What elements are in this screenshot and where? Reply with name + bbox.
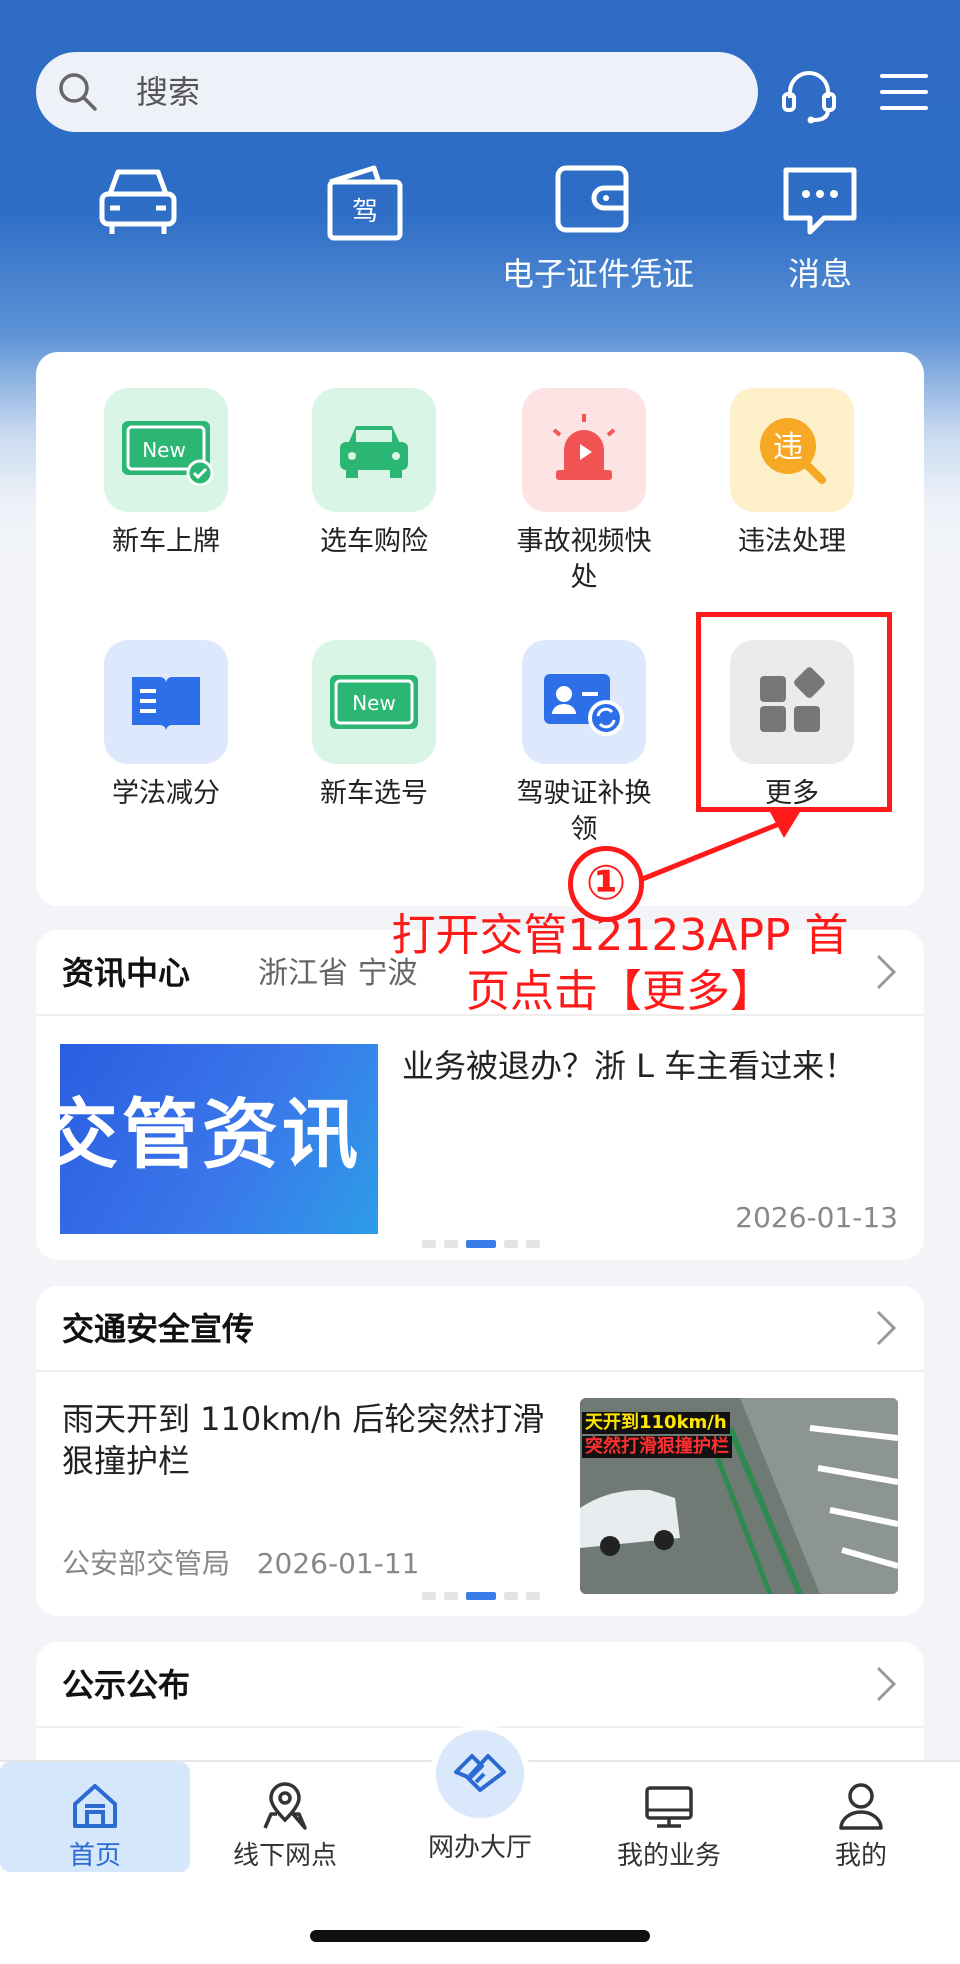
thumbnail-caption-2: 突然打滑狠撞护栏 [582,1436,732,1458]
carousel-dot [526,1240,540,1248]
annotation-instruction: 打开交管12123APP 首页点击【更多】 [391,910,849,1017]
home-icon [73,1784,117,1828]
tab-offline-outlets[interactable]: 线下网点 [190,1762,380,1872]
news-headline[interactable]: 业务被退办？浙 L 车主看过来！ [402,1044,902,1088]
news-date: 2026-01-13 [735,1201,898,1234]
safety-carousel-dots [422,1592,540,1602]
carousel-dot [444,1592,458,1600]
monitor-icon [645,1786,693,1828]
location-icon [263,1782,307,1830]
safety-video-thumbnail[interactable]: 天开到110km/h 突然打滑狠撞护栏 [580,1398,898,1594]
news-thumbnail[interactable]: 交管资讯 [60,1044,378,1234]
safety-section-title: 交通安全宣传 [62,1310,255,1348]
safety-source: 公安部交管局 [62,1547,231,1580]
tab-home[interactable]: 首页 [0,1762,190,1872]
tab-my-business[interactable]: 我的业务 [574,1762,764,1872]
carousel-dot [526,1592,540,1600]
tab-me[interactable]: 我的 [766,1762,956,1872]
notice-section-title: 公示公布 [62,1666,191,1704]
carousel-dot [444,1240,458,1248]
news-thumbnail-text: 交管资讯 [60,1090,362,1179]
safety-headline[interactable]: 雨天开到 110km/h 后轮突然打滑狠撞护栏 [62,1398,562,1482]
carousel-dot [504,1240,518,1248]
handshake-icon [454,1754,506,1792]
carousel-dot [422,1592,436,1600]
tab-label: 线下网点 [232,1841,337,1871]
carousel-dot-active [466,1592,496,1600]
tab-label: 我的 [834,1841,887,1871]
chevron-right-icon [876,1666,897,1702]
safety-date: 2026-01-11 [256,1547,420,1580]
carousel-dot-active [466,1240,496,1248]
traffic-safety-card: 交通安全宣传 雨天开到 110km/h 后轮突然打滑狠撞护栏 公安部交管局 20… [36,1286,924,1616]
news-carousel-dots [422,1240,540,1250]
home-indicator [310,1930,650,1942]
user-icon [839,1783,883,1830]
tab-label: 网办大厅 [427,1833,532,1863]
tab-label: 我的业务 [616,1841,721,1871]
safety-meta: 公安部交管局 2026-01-11 [62,1546,419,1582]
thumbnail-caption-1: 天开到110km/h [582,1412,730,1434]
carousel-dot [422,1240,436,1248]
annotation-arrow-icon [639,812,800,883]
chevron-right-icon [876,1310,897,1346]
carousel-dot [504,1592,518,1600]
tab-online-hall-button[interactable] [430,1724,530,1824]
tab-label: 首页 [68,1841,121,1871]
safety-header[interactable]: 交通安全宣传 [36,1286,924,1372]
notice-header[interactable]: 公示公布 [36,1642,924,1728]
